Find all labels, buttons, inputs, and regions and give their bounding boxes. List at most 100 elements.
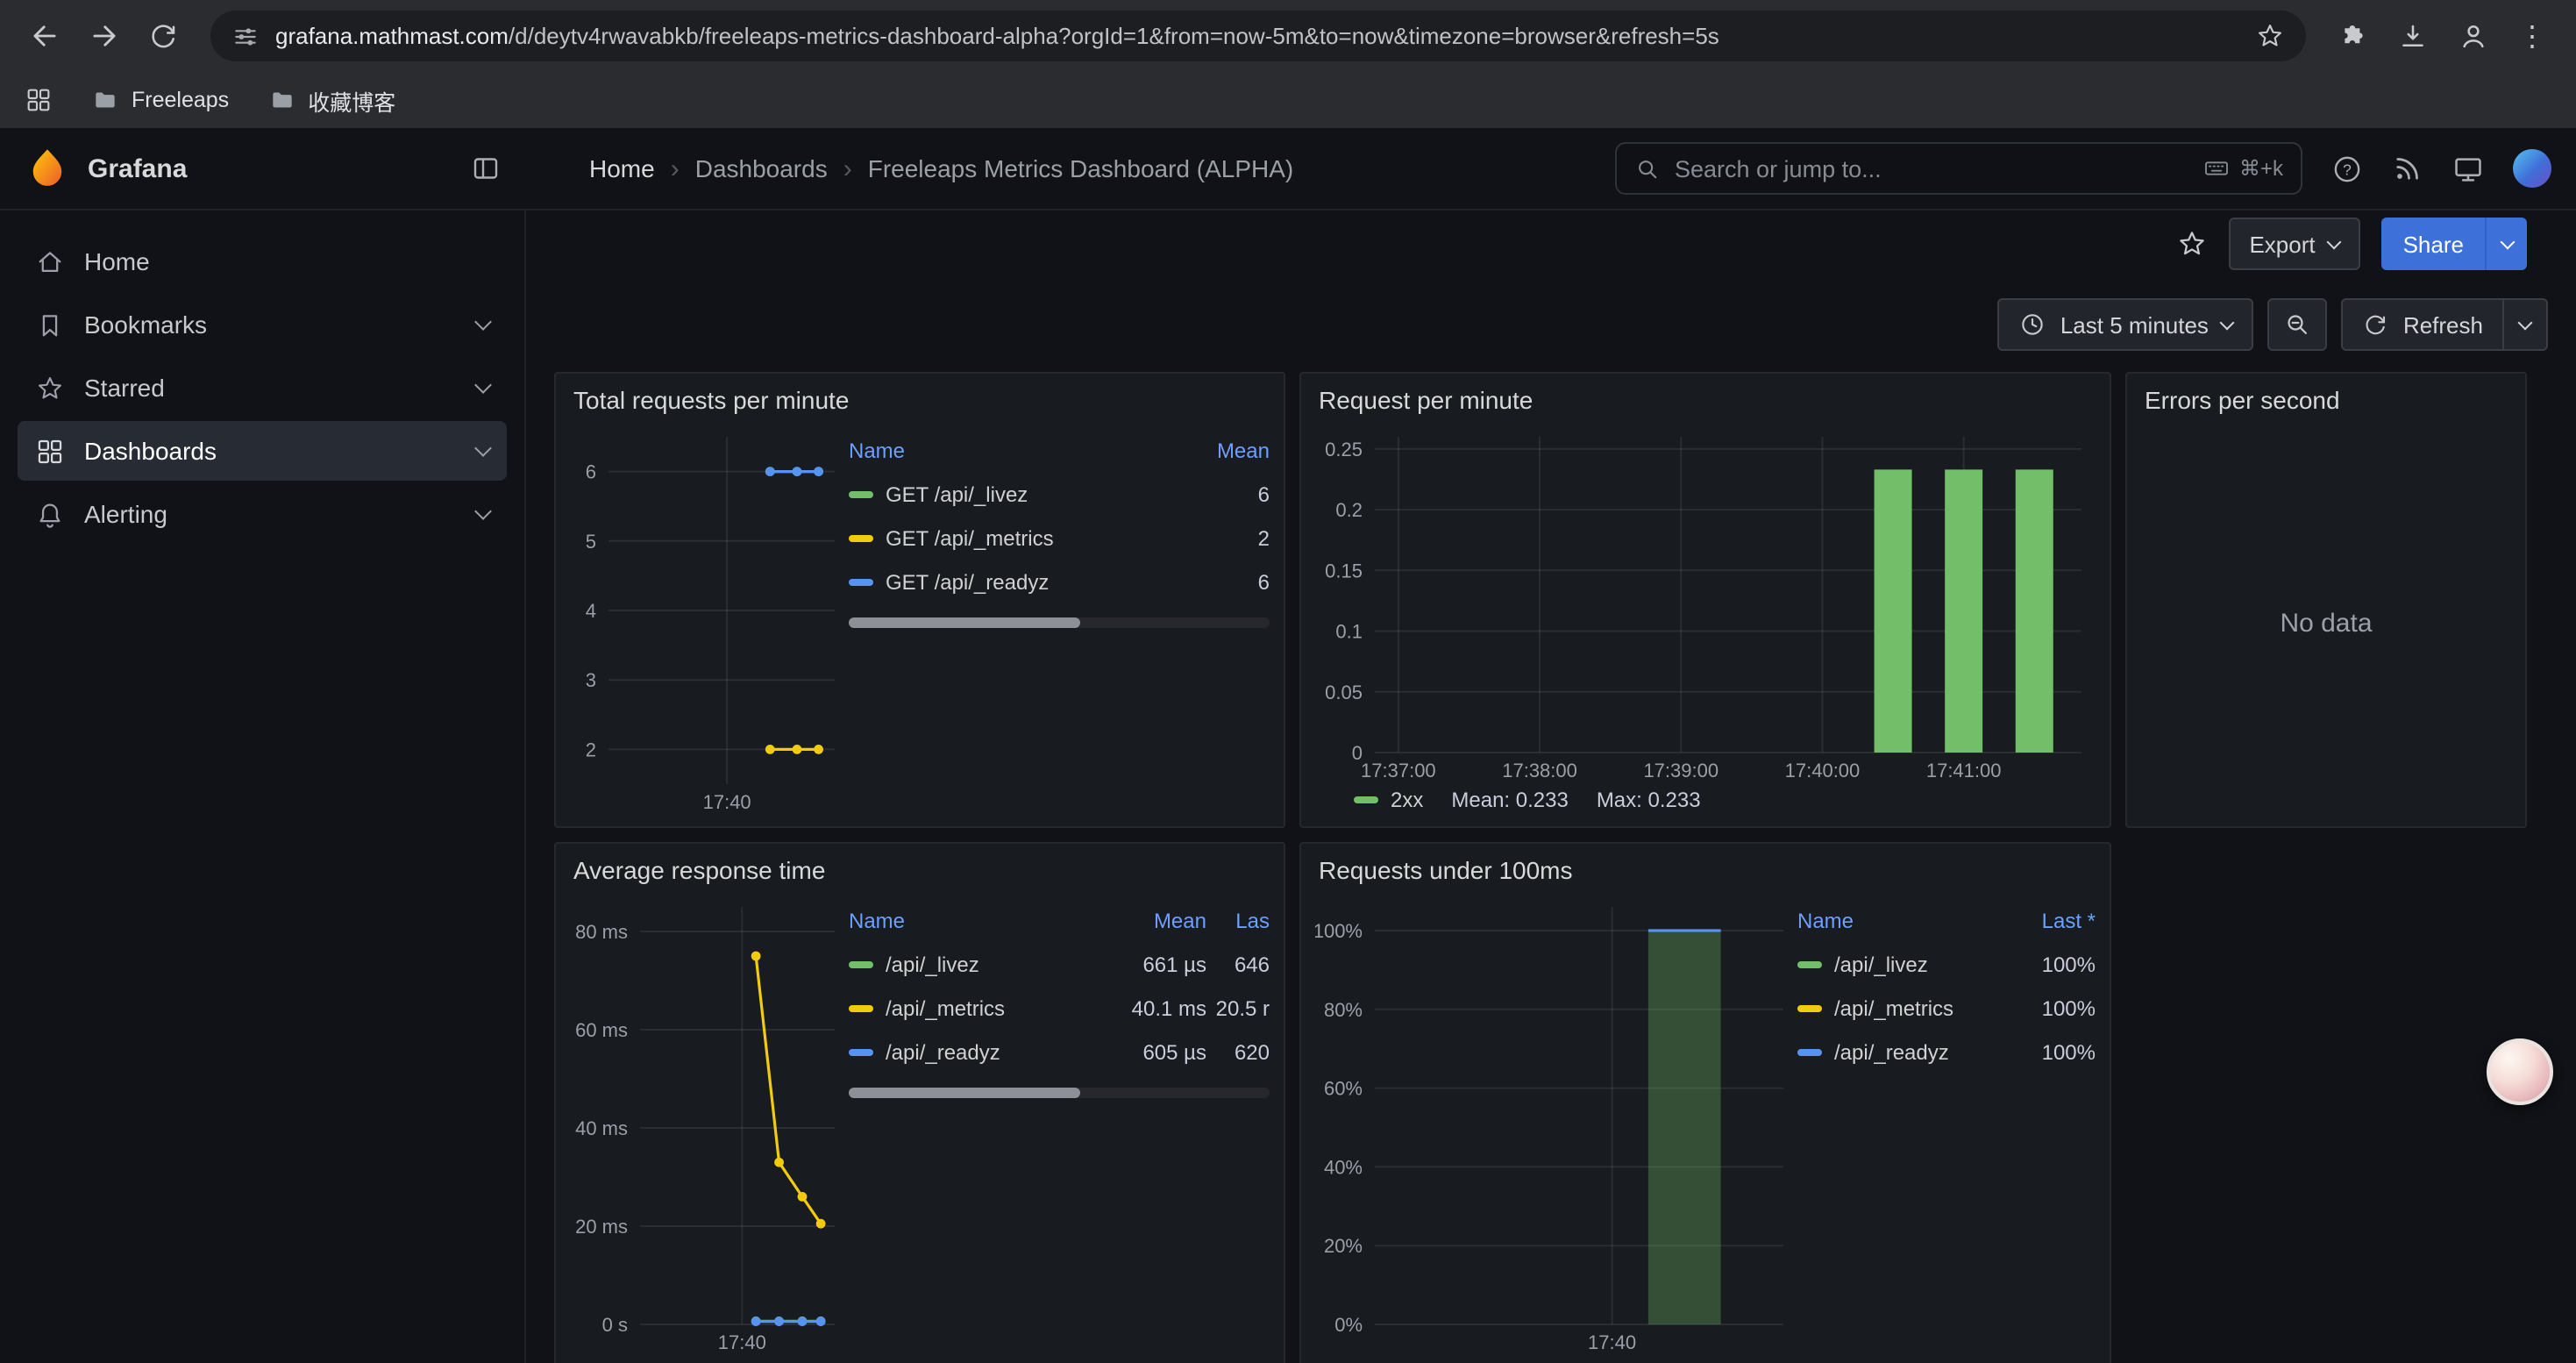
series-swatch xyxy=(1797,1048,1822,1055)
chevron-down-icon[interactable] xyxy=(474,312,492,330)
bookmark-star-icon[interactable] xyxy=(2255,21,2285,51)
grafana-logo[interactable] xyxy=(25,146,70,191)
site-settings-icon[interactable] xyxy=(231,22,260,50)
legend-header-name[interactable]: Name xyxy=(849,439,1168,463)
legend-header-name[interactable]: Name xyxy=(849,909,1105,933)
panel-average-response-time: Average response time 80 ms60 ms40 ms20 … xyxy=(554,842,1285,1363)
assistant-avatar[interactable] xyxy=(2487,1038,2553,1105)
legend-header-last[interactable]: Las xyxy=(1206,909,1270,933)
chevron-down-icon[interactable] xyxy=(474,502,492,519)
search-icon xyxy=(1634,155,1661,182)
svg-text:0.1: 0.1 xyxy=(1335,621,1363,643)
svg-text:40%: 40% xyxy=(1324,1156,1363,1178)
sidebar-item-bookmarks[interactable]: Bookmarks xyxy=(18,295,507,354)
zoom-out-button[interactable] xyxy=(2268,298,2328,351)
breadcrumb-current: Freeleaps Metrics Dashboard (ALPHA) xyxy=(868,154,1294,182)
legend-header-last[interactable]: Last * xyxy=(1994,909,2096,933)
panel-title[interactable]: Errors per second xyxy=(2127,374,2525,419)
breadcrumb-separator: › xyxy=(671,153,680,183)
time-range-picker[interactable]: Last 5 minutes xyxy=(1997,298,2254,351)
request-per-minute-chart[interactable]: 0.250.20.150.10.05017:37:0017:38:0017:39… xyxy=(1315,423,2096,784)
search-input[interactable]: Search or jump to... ⌘+k xyxy=(1615,142,2302,195)
export-button[interactable]: Export xyxy=(2228,218,2360,270)
sidebar-toggle-icon[interactable] xyxy=(470,153,502,184)
legend-header-mean[interactable]: Mean xyxy=(1168,439,1270,463)
sidebar-item-starred[interactable]: Starred xyxy=(18,358,507,417)
legend-header-mean[interactable]: Mean xyxy=(1105,909,1206,933)
svg-text:0.2: 0.2 xyxy=(1335,499,1363,521)
sidebar-item-alerting[interactable]: Alerting xyxy=(18,484,507,544)
panel-errors-per-second: Errors per second No data xyxy=(2125,372,2527,828)
user-avatar[interactable] xyxy=(2513,149,2551,188)
breadcrumb-dashboards[interactable]: Dashboards xyxy=(695,154,828,182)
legend-row[interactable]: GET /api/_readyz 6 xyxy=(849,560,1270,603)
chevron-down-icon[interactable] xyxy=(474,375,492,393)
svg-text:17:40: 17:40 xyxy=(718,1331,766,1353)
legend-scrollbar[interactable] xyxy=(849,1088,1270,1098)
legend-row[interactable]: /api/_livez 661 µs 646 xyxy=(849,942,1270,986)
legend-table: Name Last * /api/_livez 100% /api/_metri… xyxy=(1797,893,2096,1356)
sidebar-item-home[interactable]: Home xyxy=(18,232,507,291)
sidebar-item-dashboards[interactable]: Dashboards xyxy=(18,421,507,481)
legend-table: Name Mean Las /api/_livez 661 µs 646 xyxy=(849,893,1270,1356)
panel-title[interactable]: Average response time xyxy=(556,844,1284,889)
time-controls: Last 5 minutes Refresh xyxy=(554,298,2548,351)
chevron-down-icon xyxy=(2518,315,2533,330)
series-swatch xyxy=(1354,796,1378,803)
svg-text:60 ms: 60 ms xyxy=(575,1019,628,1041)
panel-request-per-minute: Request per minute 0.250.20.150.10.05017… xyxy=(1299,372,2111,828)
news-rss-icon[interactable] xyxy=(2392,153,2423,184)
share-menu-button[interactable] xyxy=(2485,218,2527,270)
kiosk-monitor-icon[interactable] xyxy=(2451,152,2485,185)
refresh-button[interactable]: Refresh xyxy=(2342,298,2504,351)
svg-text:100%: 100% xyxy=(1315,920,1363,942)
bookmark-label: Freeleaps xyxy=(132,88,229,112)
reload-icon[interactable] xyxy=(137,10,189,62)
home-icon xyxy=(35,246,65,276)
svg-text:5: 5 xyxy=(586,531,596,553)
svg-text:20 ms: 20 ms xyxy=(575,1216,628,1238)
panel-title[interactable]: Requests under 100ms xyxy=(1301,844,2110,889)
legend-row[interactable]: /api/_readyz 100% xyxy=(1797,1030,2096,1074)
legend-row[interactable]: /api/_metrics 40.1 ms 20.5 r xyxy=(849,986,1270,1030)
downloads-icon[interactable] xyxy=(2387,10,2439,62)
panel-title[interactable]: Total requests per minute xyxy=(556,374,1284,419)
share-button[interactable]: Share xyxy=(2382,218,2527,270)
forward-icon[interactable] xyxy=(77,10,130,62)
bookmarks-bar: Freeleaps 收藏博客 xyxy=(0,72,2576,128)
breadcrumb-home[interactable]: Home xyxy=(589,154,655,182)
extensions-icon[interactable] xyxy=(2327,10,2380,62)
legend-row[interactable]: /api/_readyz 605 µs 620 xyxy=(849,1030,1270,1074)
scrollbar-thumb[interactable] xyxy=(849,617,1080,628)
url-bar[interactable]: grafana.mathmast.com/d/deytv4rwavabkb/fr… xyxy=(210,11,2306,61)
legend-header-name[interactable]: Name xyxy=(1797,909,1994,933)
total-requests-chart[interactable]: 6543217:40 xyxy=(570,423,849,816)
browser-profile-icon[interactable] xyxy=(2446,10,2499,62)
favorite-star-icon[interactable] xyxy=(2175,228,2207,260)
dashboard-main: Export Share Last 5 minutes xyxy=(526,211,2576,1363)
chevron-down-icon[interactable] xyxy=(474,439,492,456)
legend-item-2xx[interactable]: 2xx xyxy=(1354,788,1423,812)
bookmark-folder-blogs[interactable]: 收藏博客 xyxy=(267,83,395,117)
average-response-time-chart[interactable]: 80 ms60 ms40 ms20 ms0 s17:40 xyxy=(570,893,849,1356)
svg-text:0%: 0% xyxy=(1334,1314,1363,1336)
requests-under-100ms-chart[interactable]: 100%80%60%40%20%0%17:40 xyxy=(1315,893,1797,1356)
legend-row[interactable]: GET /api/_livez 6 xyxy=(849,472,1270,516)
apps-grid-icon[interactable] xyxy=(25,86,53,114)
legend-row[interactable]: GET /api/_metrics 2 xyxy=(849,516,1270,560)
scrollbar-thumb[interactable] xyxy=(849,1088,1080,1098)
back-icon[interactable] xyxy=(18,10,70,62)
legend-scrollbar[interactable] xyxy=(849,617,1270,628)
browser-menu-icon[interactable]: ⋮ xyxy=(2506,10,2558,62)
bookmark-folder-freeleaps[interactable]: Freeleaps xyxy=(91,86,229,114)
legend-row[interactable]: /api/_livez 100% xyxy=(1797,942,2096,986)
panel-title[interactable]: Request per minute xyxy=(1301,374,2110,419)
bookmark-icon xyxy=(35,310,65,339)
series-swatch xyxy=(849,1004,873,1011)
svg-text:60%: 60% xyxy=(1324,1078,1363,1100)
bell-icon xyxy=(35,499,65,529)
legend-row[interactable]: /api/_metrics 100% xyxy=(1797,986,2096,1030)
sidebar: Home Bookmarks Starred Dashboards Alerti… xyxy=(0,211,526,1363)
refresh-interval-button[interactable] xyxy=(2504,298,2548,351)
help-icon[interactable] xyxy=(2330,152,2364,185)
